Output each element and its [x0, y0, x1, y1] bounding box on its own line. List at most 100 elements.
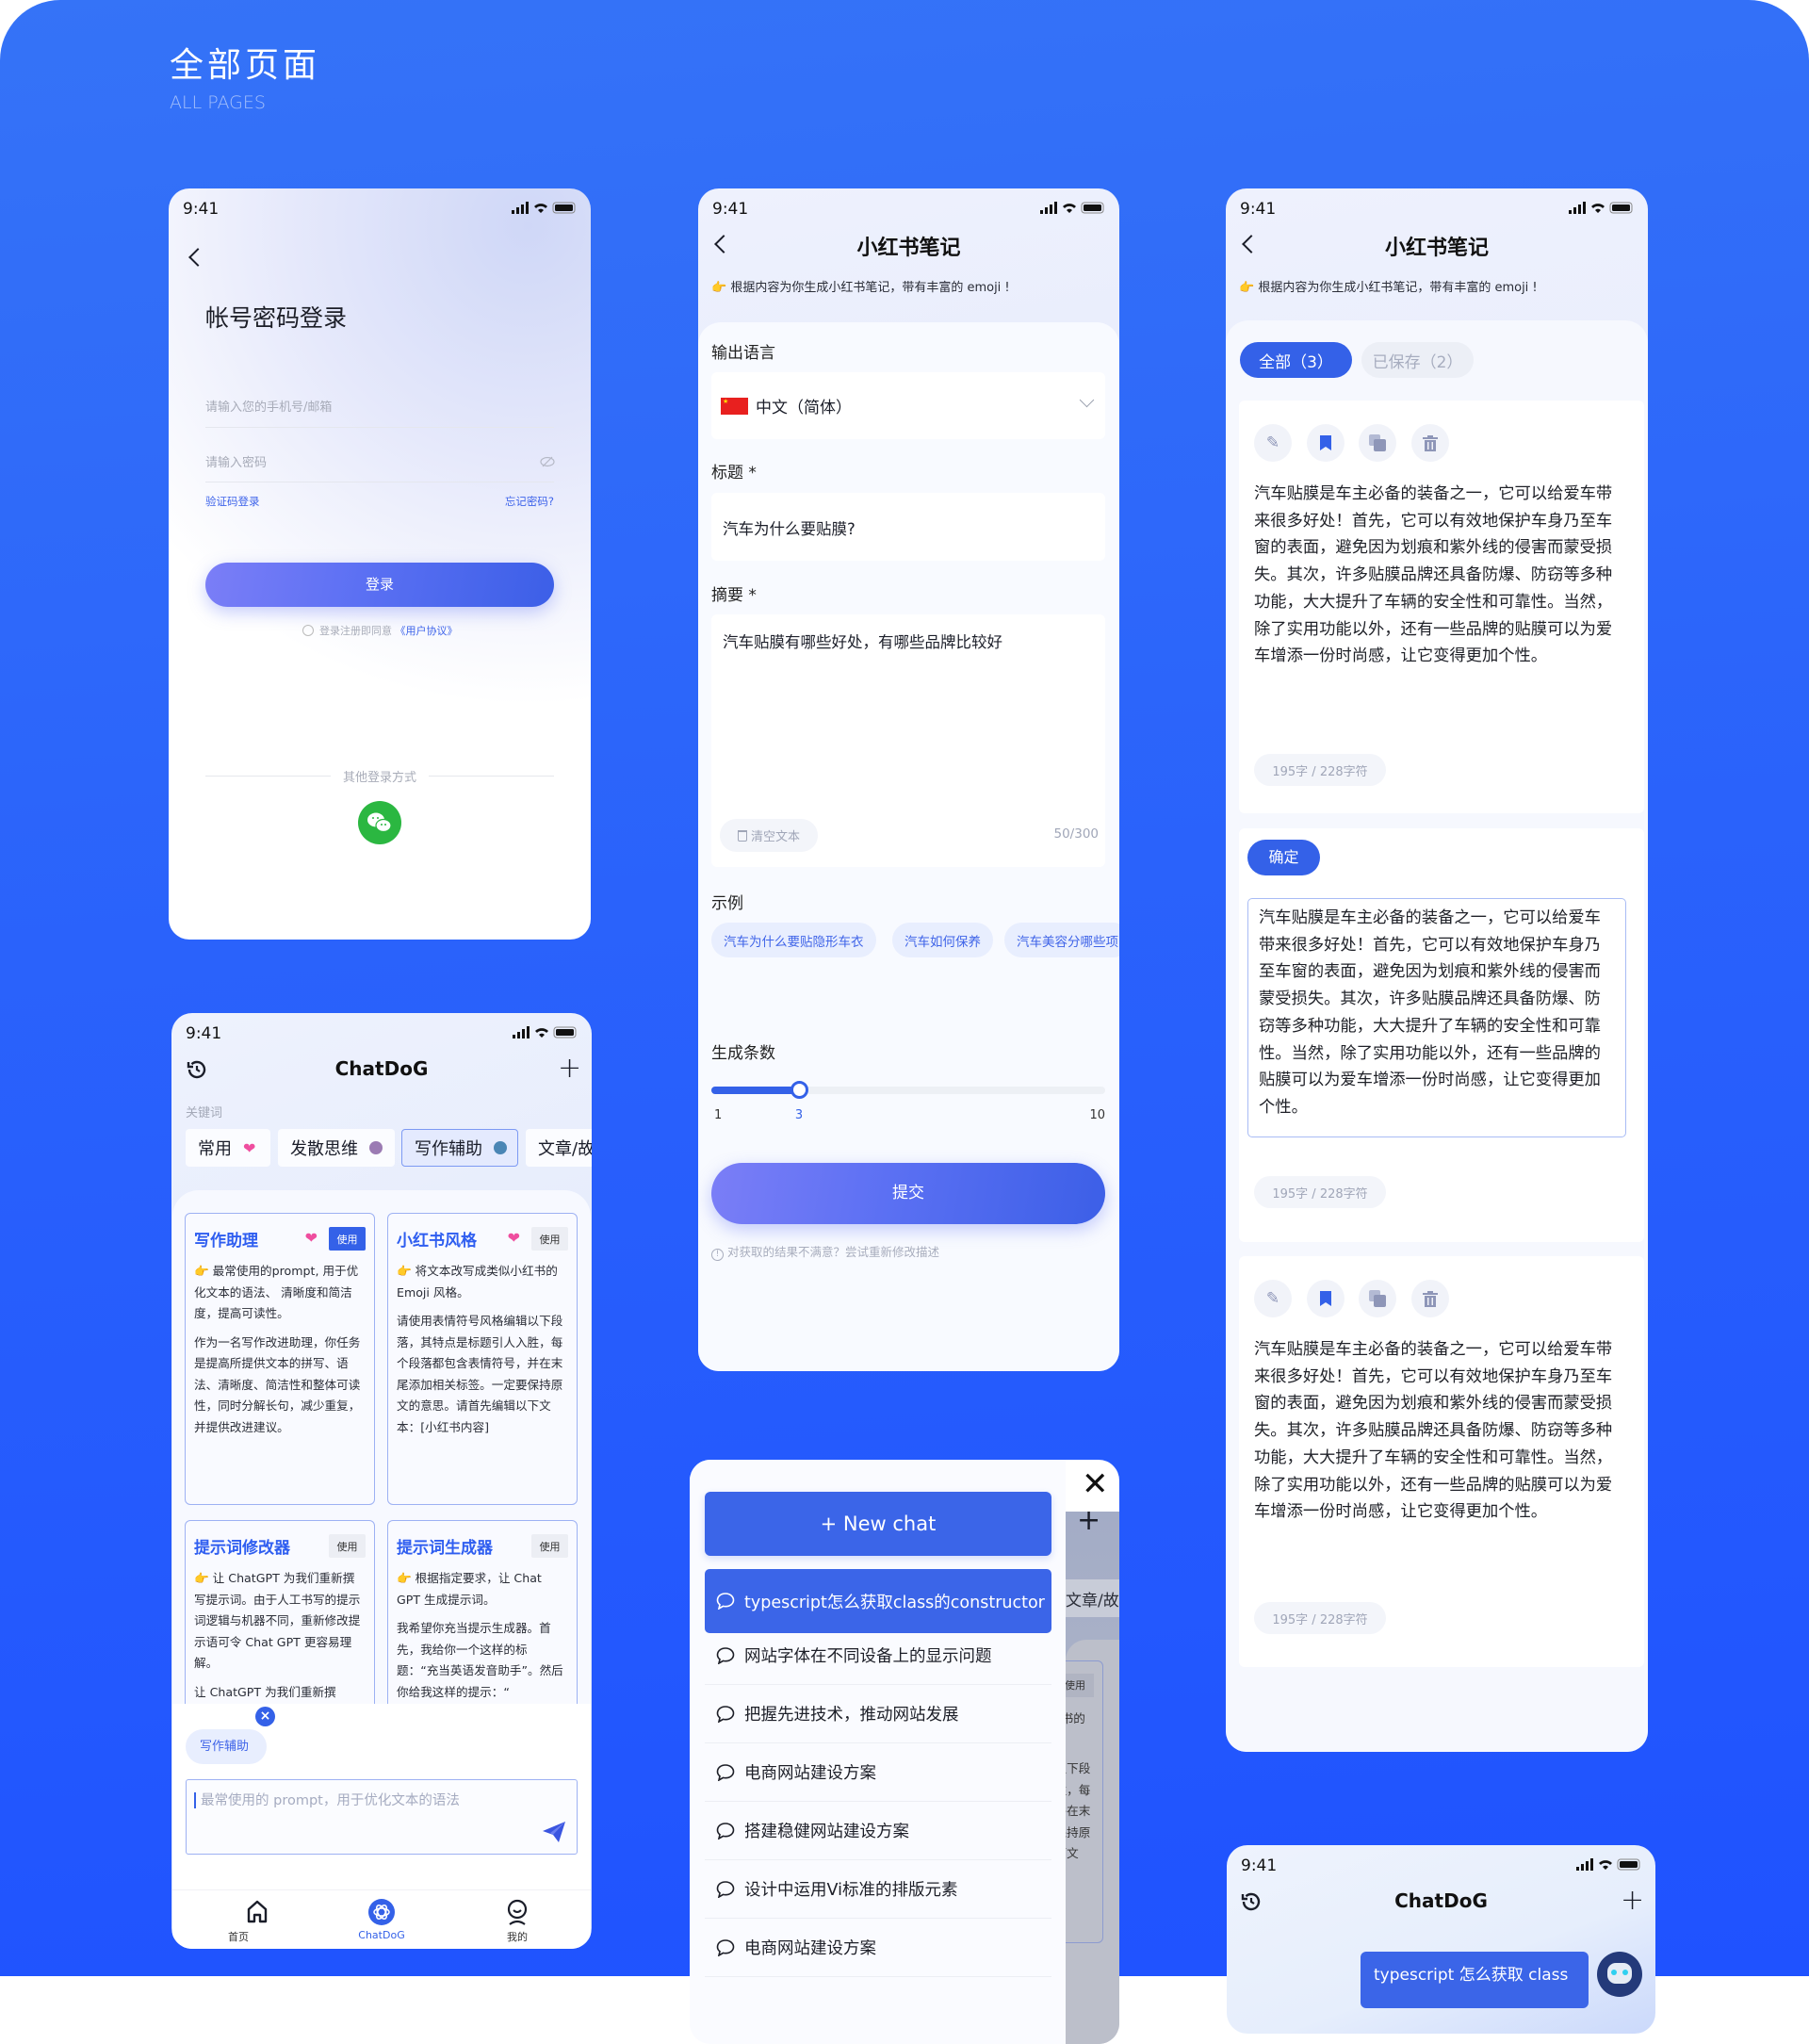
keyword-chip-article[interactable]: 文章/故: [526, 1129, 592, 1167]
underlay-card: 使用 👉 将文本改写成类似小红书的 Emoji 风格。请使用表情符号风格编辑以下…: [1066, 1660, 1103, 1943]
prompt-card[interactable]: 小红书风格 ❤ 使用 👉 将文本改写成类似小红书的 Emoji 风格。 请使用表情…: [387, 1213, 578, 1505]
trash-icon: [1423, 1290, 1438, 1307]
chat-bubble-icon: [716, 1822, 735, 1840]
page-subtitle: ALL PAGES: [170, 92, 266, 113]
heart-icon: ❤: [243, 1138, 256, 1157]
result-edit-textarea[interactable]: 汽车贴膜是车主必备的装备之一，它可以给爱车带来很多好处！首先，它可以有效地保护车…: [1247, 898, 1626, 1137]
agreement-text: 登录注册即同意: [319, 625, 392, 637]
status-bar: 9:41: [1226, 188, 1648, 230]
tab-all[interactable]: 全部（3）: [1240, 342, 1352, 378]
edit-button[interactable]: ✎: [1254, 424, 1292, 462]
chat-screen: 9:41 ChatDoG + typescript 怎么获取 class: [1227, 1845, 1655, 2034]
edit-button[interactable]: ✎: [1254, 1280, 1292, 1317]
new-chat-plus-icon[interactable]: +: [1621, 1887, 1644, 1915]
new-chat-plus-icon[interactable]: +: [558, 1055, 581, 1083]
result-text: 汽车贴膜是车主必备的装备之一，它可以给爱车带来很多好处！首先，它可以有效地保护车…: [1254, 484, 1613, 666]
text-cursor: [194, 1792, 196, 1808]
prompt-input[interactable]: 最常使用的 prompt，用于优化文本的语法: [186, 1779, 578, 1855]
delete-button[interactable]: [1411, 1280, 1449, 1317]
keyword-chip-common[interactable]: 常用 ❤: [186, 1129, 270, 1167]
trash-icon: [737, 829, 747, 842]
card-body: 作为一名写作改进助理，你任务是提高所提供文本的拼写、语法、清晰度、简洁性和整体可…: [194, 1334, 361, 1434]
prompt-card[interactable]: 写作助理 ❤ 使用 👉 最常使用的prompt, 用于优化文本的语法、 清晰度和…: [185, 1213, 375, 1505]
title-input[interactable]: 汽车为什么要贴膜?: [711, 493, 1105, 561]
count-label: 生成条数: [711, 1044, 775, 1063]
example-chip[interactable]: 汽车如何保养: [892, 923, 993, 957]
tab-chatdog[interactable]: [368, 1899, 395, 1925]
history-item[interactable]: 电商网站建设方案: [705, 1919, 1051, 1977]
copy-button[interactable]: [1359, 1280, 1396, 1317]
summary-textarea[interactable]: 汽车贴膜有哪些好处，有哪些品牌比较好 清空文本 50/300: [711, 614, 1105, 867]
bookmark-icon: [1320, 435, 1331, 450]
remove-tag-icon[interactable]: ×: [255, 1707, 275, 1726]
close-icon[interactable]: ✕: [1082, 1465, 1109, 1503]
forgot-password-link[interactable]: 忘记密码?: [505, 494, 554, 509]
chevron-down-icon: [1079, 392, 1095, 408]
slider-min: 1: [714, 1108, 723, 1122]
other-login-label: 其他登录方式: [342, 771, 416, 785]
example-chip[interactable]: 汽车美容分哪些项: [1004, 923, 1119, 957]
use-button[interactable]: 使用: [329, 1227, 366, 1251]
language-select[interactable]: ★ 中文（简体）: [711, 372, 1105, 439]
tab-home-label: 首页: [228, 1931, 249, 1943]
bookmark-button[interactable]: [1307, 1280, 1345, 1317]
blue-dot-icon: [494, 1141, 507, 1154]
chip-label: 发散思维: [290, 1139, 358, 1159]
underlay-use: 使用: [1066, 1674, 1094, 1697]
status-bar: 9:41: [698, 188, 1119, 230]
card-body: 我希望你充当提示生成器。首先，我给你一个这样的标题：“充当英语发音助手”。然后你…: [397, 1621, 563, 1699]
user-message-bubble: typescript 怎么获取 class: [1361, 1952, 1589, 2008]
sms-login-link[interactable]: 验证码登录: [205, 494, 260, 509]
bookmark-button[interactable]: [1307, 424, 1345, 462]
prompt-card[interactable]: 提示词修改器 使用 👉 让 ChatGPT 为我们重新撰写提示词。由于人工书写的…: [185, 1520, 375, 1704]
example-chip[interactable]: 汽车为什么要贴隐形车衣: [711, 923, 876, 957]
eye-off-icon[interactable]: [540, 456, 555, 467]
delete-button[interactable]: [1411, 424, 1449, 462]
history-item[interactable]: 网站字体在不同设备上的显示问题: [705, 1627, 1051, 1685]
history-item-selected[interactable]: typescript怎么获取class的constructor: [705, 1569, 1051, 1633]
new-chat-button[interactable]: + New chat: [705, 1492, 1051, 1556]
user-agreement-link[interactable]: 《用户协议》: [396, 625, 458, 637]
use-button[interactable]: 使用: [531, 1534, 568, 1558]
tab-saved[interactable]: 已保存（2）: [1361, 342, 1474, 378]
history-item[interactable]: 搭建稳健网站建设方案: [705, 1802, 1051, 1860]
heart-icon[interactable]: ❤: [508, 1229, 520, 1247]
clear-text-button[interactable]: 清空文本: [720, 819, 818, 852]
slider-thumb[interactable]: [790, 1081, 808, 1099]
pencil-icon: ✎: [1265, 433, 1280, 452]
prompt-card[interactable]: 提示词生成器 使用 👉 根据指定要求，让 Chat GPT 生成提示词。 我希望你…: [387, 1520, 578, 1704]
card-body: 让 ChatGPT 为我们重新撰: [194, 1684, 336, 1699]
confirm-button[interactable]: 确定: [1247, 840, 1320, 875]
send-icon[interactable]: [543, 1822, 565, 1842]
screen-subtitle: 👉 根据内容为你生成小红书笔记，带有丰富的 emoji !: [711, 281, 1010, 295]
count-slider[interactable]: [711, 1081, 1105, 1099]
agreement-checkbox[interactable]: [302, 625, 314, 636]
slider-max: 10: [1089, 1108, 1105, 1122]
tab-profile[interactable]: [506, 1899, 529, 1925]
history-item[interactable]: 把握先进技术，推动网站发展: [705, 1685, 1051, 1743]
selected-tag[interactable]: 写作辅助: [186, 1729, 267, 1764]
phone-input[interactable]: 请输入您的手机号/邮箱: [205, 397, 332, 415]
status-time: 9:41: [186, 1024, 222, 1043]
history-item[interactable]: 电商网站建设方案: [705, 1743, 1051, 1802]
back-button[interactable]: [188, 248, 207, 267]
chat-bubble-icon: [716, 1646, 735, 1664]
underlay-desc: 👉 将文本改写成类似小红书的 Emoji 风格。: [1066, 1711, 1085, 1725]
password-input[interactable]: 请输入密码: [205, 452, 267, 470]
heart-icon[interactable]: ❤: [305, 1229, 318, 1247]
use-button[interactable]: 使用: [329, 1534, 366, 1558]
history-item[interactable]: 设计中运用Vi标准的排版元素: [705, 1860, 1051, 1919]
keyword-chip-divergent[interactable]: 发散思维: [278, 1129, 395, 1167]
underlay-body: 请使用表情符号风格编辑以下段落，其特点是标题引人入胜，每个段落都包含表情符号，并…: [1066, 1761, 1091, 1860]
app-title: ChatDoG: [334, 1057, 429, 1080]
history-item-label: 电商网站建设方案: [744, 1939, 876, 1958]
login-button[interactable]: 登录: [205, 563, 554, 607]
wechat-login-button[interactable]: [358, 801, 401, 844]
submit-button[interactable]: 提交: [711, 1163, 1105, 1224]
robot-icon: [1607, 1963, 1632, 1984]
copy-button[interactable]: [1359, 424, 1396, 462]
card-desc: 👉 最常使用的prompt, 用于优化文本的语法、 清晰度和简洁度，提高可读性。: [194, 1264, 359, 1320]
card-title: 提示词生成器: [397, 1539, 493, 1558]
use-button[interactable]: 使用: [531, 1227, 568, 1251]
keyword-chip-writing[interactable]: 写作辅助: [401, 1129, 518, 1167]
